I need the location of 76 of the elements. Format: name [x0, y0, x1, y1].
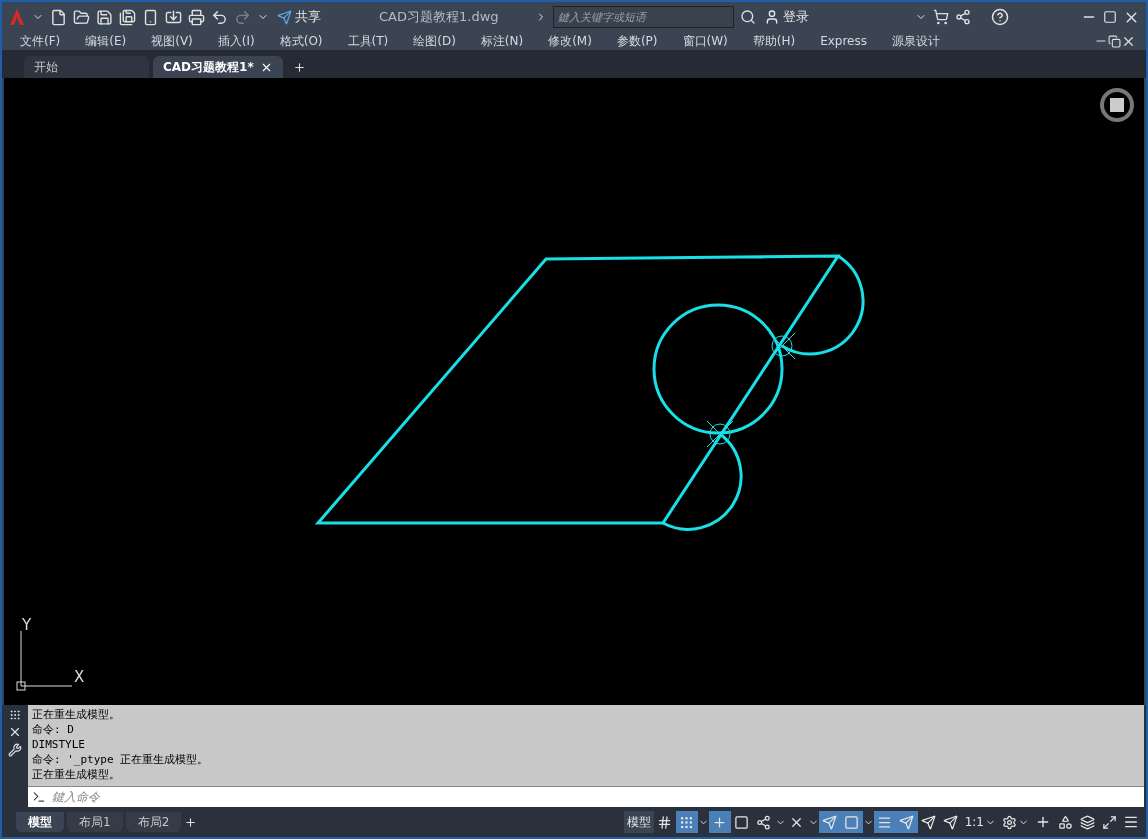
new-file-icon[interactable] — [50, 8, 67, 26]
undo-icon[interactable] — [211, 8, 228, 26]
menu-item[interactable]: 修改(M) — [548, 32, 592, 50]
command-line: 命令: D — [32, 722, 75, 737]
restore-icon[interactable] — [1108, 34, 1121, 48]
menu-item[interactable]: 绘图(D) — [413, 32, 456, 50]
drawing-canvas[interactable]: Y X — [4, 78, 1144, 705]
import-icon[interactable] — [165, 8, 182, 26]
shapes-icon — [1057, 814, 1073, 830]
share-icon[interactable] — [955, 9, 971, 25]
command-line: 命令: '_ptype 正在重生成模型。 — [32, 752, 210, 767]
menu-item[interactable]: 格式(O) — [279, 32, 323, 50]
share-button[interactable]: 共享 — [275, 8, 323, 26]
maximize-icon[interactable] — [1103, 10, 1117, 24]
menu-item[interactable]: 文件(F) — [20, 32, 61, 50]
ucs-axes-icon — [16, 630, 73, 691]
menu-item[interactable]: 窗口(W) — [682, 32, 728, 50]
menu-item[interactable]: 源泉设计 — [892, 32, 940, 50]
sign-in-button[interactable]: 登录 — [762, 8, 811, 26]
layout-tab[interactable]: 布局2 — [125, 812, 182, 832]
save-icon[interactable] — [96, 8, 113, 26]
menu-item[interactable]: Express — [820, 34, 867, 48]
scale-button[interactable]: 1:1 — [961, 811, 999, 833]
phone-icon[interactable] — [142, 8, 159, 26]
menu-item[interactable]: 参数(P) — [616, 32, 658, 50]
user-icon — [764, 9, 780, 25]
search-field[interactable]: 鍵入关键字或短语 — [553, 6, 734, 28]
expand-icon — [1101, 814, 1117, 830]
help-icon[interactable] — [991, 8, 1009, 26]
lineweight-icon — [877, 814, 893, 830]
window-title: CAD习题教程1.dwg — [379, 8, 500, 26]
gear-icon — [1002, 814, 1017, 830]
close-icon[interactable] — [8, 725, 22, 739]
save-as-icon[interactable] — [119, 8, 136, 26]
paper-plane-icon — [277, 9, 292, 25]
print-icon[interactable] — [188, 8, 205, 26]
document-tab[interactable]: CAD习题教程1* — [153, 56, 283, 78]
search-icon[interactable] — [740, 9, 756, 25]
point-marker — [706, 420, 734, 448]
terminal-icon — [32, 790, 46, 804]
layout-tab[interactable]: 模型 — [16, 812, 64, 832]
command-line: DIMSTYLE — [32, 737, 86, 752]
menu-item[interactable]: 工具(T) — [347, 32, 389, 50]
infer-toggle[interactable] — [708, 811, 731, 833]
snap-toggle[interactable] — [675, 811, 698, 833]
menu-item[interactable]: 标注(N) — [480, 32, 524, 50]
axis-label: Y — [22, 616, 32, 634]
snap-icon — [679, 814, 695, 830]
osnap-toggle[interactable] — [840, 811, 863, 833]
lineweight-toggle[interactable] — [873, 811, 896, 833]
point-marker — [768, 332, 796, 360]
cart-icon[interactable] — [933, 9, 949, 25]
command-line: 正在重生成模型。 — [32, 767, 121, 782]
layout-tab[interactable]: 布局1 — [67, 812, 123, 832]
wrench-icon[interactable] — [8, 743, 22, 757]
dynamic-toggle[interactable] — [818, 811, 841, 833]
grid-icon — [657, 814, 673, 830]
annotate-toggle[interactable] — [895, 811, 918, 833]
grip-icon[interactable] — [9, 709, 21, 721]
model-space-button[interactable]: 模型 — [623, 811, 654, 833]
axis-label: X — [74, 668, 85, 686]
plus-icon — [1035, 814, 1051, 830]
menu-item[interactable]: 编辑(E) — [85, 32, 127, 50]
command-placeholder: 鍵入命令 — [52, 788, 100, 806]
menu-item[interactable]: 插入(I) — [217, 32, 255, 50]
menu-item[interactable]: 帮助(H) — [752, 32, 796, 50]
add-layout-icon[interactable] — [184, 815, 198, 829]
layers-icon — [1079, 814, 1095, 830]
menu-icon — [1123, 814, 1139, 830]
menu-item[interactable]: 视图(V) — [151, 32, 193, 50]
viewcube-icon[interactable] — [1098, 86, 1136, 124]
redo-icon[interactable] — [234, 8, 251, 26]
command-input-field[interactable]: 鍵入命令 — [28, 786, 1144, 807]
folder-icon[interactable] — [73, 8, 90, 26]
command-line: 正在重生成模型。 — [32, 707, 121, 722]
document-tab[interactable]: 开始 — [24, 56, 149, 78]
